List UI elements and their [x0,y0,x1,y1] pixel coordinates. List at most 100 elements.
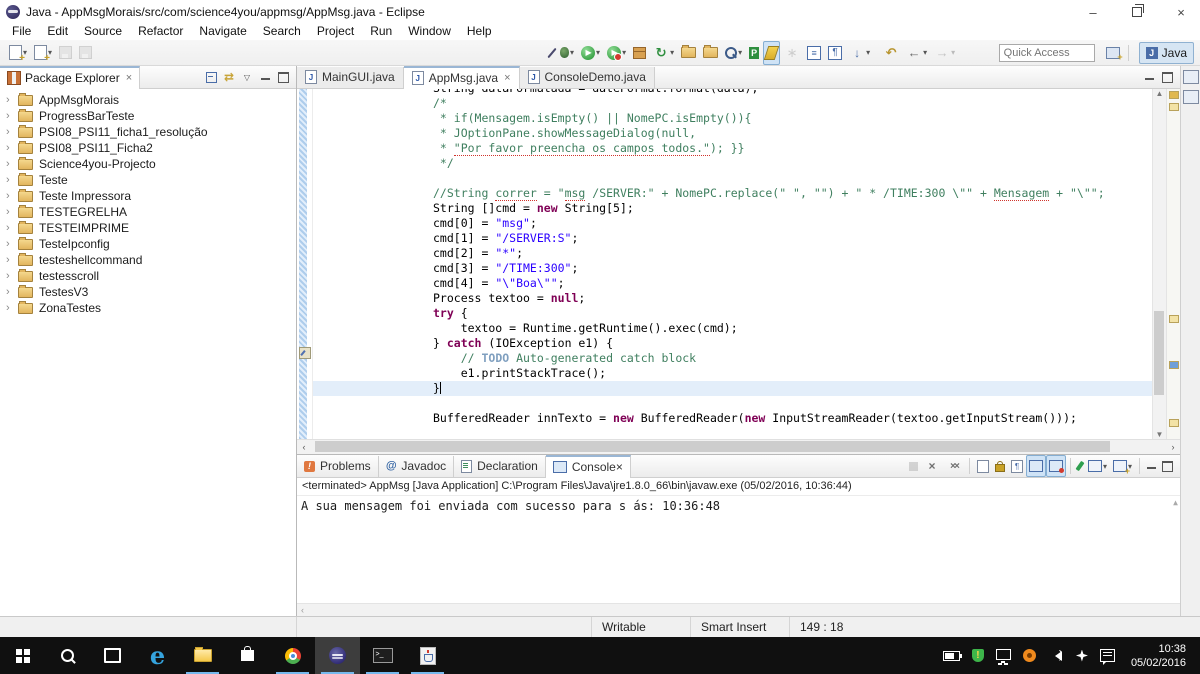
overview-ruler[interactable] [1166,89,1180,439]
open-console-button[interactable]: ▾ [1110,455,1135,477]
chevron-down-icon[interactable]: ▾ [1103,462,1107,471]
console-horizontal-scrollbar[interactable]: ‹ [297,603,1180,616]
open-perspective-button[interactable] [1103,41,1123,65]
code-line[interactable]: String dataFormatada = dateFormat.format… [313,89,1152,96]
tab-maingui-java[interactable]: J MainGUI.java [297,66,404,88]
code-line[interactable]: String []cmd = new String[5]; [313,201,1152,216]
run-last-button[interactable]: ▾ [604,41,629,65]
run-button[interactable]: ▾ [578,41,603,65]
scroll-right-icon[interactable]: › [1166,440,1180,454]
terminate-button[interactable] [906,455,921,477]
debug-button[interactable]: ▾ [557,41,577,65]
code-line[interactable]: cmd[4] = "\"Boa\""; [313,276,1152,291]
search-button[interactable]: ▾ [722,41,745,65]
cmd-taskbar-button[interactable] [360,637,405,674]
project-row[interactable]: › TESTEGRELHA [0,204,296,220]
project-row[interactable]: › AppMsgMorais [0,92,296,108]
new-package-button[interactable] [630,41,649,65]
chevron-down-icon[interactable]: ▾ [866,48,870,57]
code-line[interactable]: cmd[2] = "*"; [313,246,1152,261]
chevron-down-icon[interactable]: ▾ [570,48,574,57]
chevron-down-icon[interactable]: ▾ [738,48,742,57]
task-view-taskbar-button[interactable] [90,637,135,674]
code-line[interactable]: } catch (IOException e1) { [313,336,1152,351]
code-line[interactable]: * "Por favor preencha os campos todos.")… [313,141,1152,156]
chevron-right-icon[interactable]: › [6,286,18,298]
chrome-taskbar-button[interactable] [270,637,315,674]
open-resource-button[interactable] [700,41,721,65]
chevron-right-icon[interactable]: › [6,126,18,138]
project-row[interactable]: › Teste [0,172,296,188]
show-stdout-button[interactable] [1025,455,1046,477]
menu-window[interactable]: Window [400,23,459,39]
code-line[interactable]: cmd[3] = "/TIME:300"; [313,261,1152,276]
chevron-down-icon[interactable]: ▾ [596,48,600,57]
console-output[interactable]: A sua mensagem foi enviada com sucesso p… [297,496,1180,603]
code-line[interactable]: try { [313,306,1152,321]
word-wrap-button[interactable] [1008,455,1026,477]
code-line[interactable]: * JOptionPane.showMessageDialog(null, [313,126,1152,141]
chevron-right-icon[interactable]: › [6,190,18,202]
chevron-right-icon[interactable]: › [6,254,18,266]
external-tools-button[interactable]: ▾ [650,41,677,65]
code-pane[interactable]: String dataFormatada = dateFormat.format… [313,89,1152,439]
restore-view-icon[interactable] [1182,70,1199,84]
chevron-right-icon[interactable]: › [6,222,18,234]
save-all-button[interactable] [76,41,95,65]
tab-declaration[interactable]: Declaration [454,455,546,477]
eclipse-taskbar-button[interactable] [315,637,360,674]
project-row[interactable]: › Teste Impressora [0,188,296,204]
editor-vertical-scrollbar[interactable]: ▲ ▼ [1152,89,1166,439]
forward-button[interactable]: ▾ [931,41,958,65]
annotation-marker-icon[interactable] [1169,419,1179,427]
project-row[interactable]: › PSI08_PSI11_ficha1_resolução [0,124,296,140]
annotation-pen-button[interactable] [547,41,557,65]
close-icon[interactable]: × [504,72,510,84]
start-taskbar-button[interactable] [0,637,45,674]
min-view-button[interactable] [1144,455,1159,477]
annotation-marker-icon[interactable] [1169,315,1179,323]
vscroll-thumb[interactable] [1154,311,1164,395]
file-explorer-taskbar-button[interactable] [180,637,225,674]
annotation-marker-icon[interactable] [1169,103,1179,111]
project-row[interactable]: › Science4you-Projecto [0,156,296,172]
link-with-editor-button[interactable] [220,69,238,85]
show-source-button[interactable] [804,41,824,65]
chevron-right-icon[interactable]: › [6,174,18,186]
menu-run[interactable]: Run [362,23,400,39]
code-line[interactable]: textoo = Runtime.getRuntime().exec(cmd); [313,321,1152,336]
tab-javadoc[interactable]: Javadoc [379,455,455,477]
mark-occurrences-button[interactable] [763,40,781,65]
chevron-down-icon[interactable]: ▾ [951,48,955,57]
code-line[interactable]: // TODO Auto-generated catch block [313,351,1152,366]
battery-tray-button[interactable] [939,637,965,674]
chevron-down-icon[interactable]: ▾ [670,48,674,57]
code-line[interactable]: /* [313,96,1152,111]
chevron-right-icon[interactable]: › [6,142,18,154]
sort-button[interactable]: ▾ [846,41,873,65]
chevron-down-icon[interactable]: ▾ [923,48,927,57]
chevron-right-icon[interactable]: › [6,238,18,250]
menu-help[interactable]: Help [459,23,500,39]
quickfix-marker-icon[interactable] [299,347,311,359]
project-row[interactable]: › ZonaTestes [0,300,296,316]
project-row[interactable]: › testeshellcommand [0,252,296,268]
menu-edit[interactable]: Edit [39,23,76,39]
tab-consoledemo-java[interactable]: J ConsoleDemo.java [519,66,655,88]
show-stderr-button[interactable] [1045,455,1066,477]
taskbar-clock[interactable]: 10:38 05/02/2016 [1121,642,1194,670]
show-paragraph-button[interactable] [825,41,845,65]
remove-all-terminated-button[interactable] [943,455,965,477]
pin-console-button[interactable] [1075,455,1085,477]
chevron-right-icon[interactable]: › [6,206,18,218]
new-button[interactable]: ▾ [6,41,30,65]
close-icon[interactable]: × [616,460,623,474]
outline-view-icon[interactable] [1182,90,1199,104]
tb-search-taskbar-button[interactable] [45,637,90,674]
max-view-button[interactable] [1158,69,1176,85]
project-row[interactable]: › TestesV3 [0,284,296,300]
code-line[interactable]: BufferedReader innTexto = new BufferedRe… [313,411,1152,426]
scroll-left-icon[interactable]: ‹ [297,440,311,454]
open-type-button[interactable] [678,41,699,65]
chevron-right-icon[interactable]: › [6,302,18,314]
